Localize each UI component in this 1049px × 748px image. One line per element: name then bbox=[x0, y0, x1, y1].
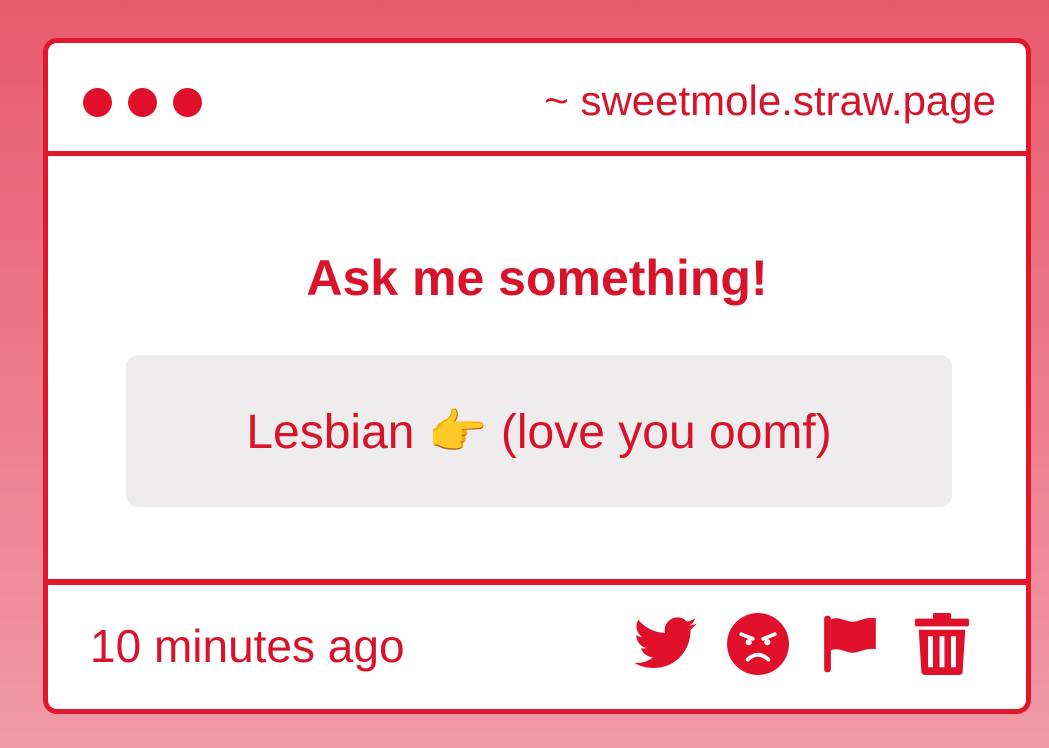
window-controls bbox=[83, 88, 202, 117]
twitter-icon bbox=[634, 617, 697, 668]
report-button[interactable] bbox=[818, 612, 882, 676]
trash-icon bbox=[914, 613, 970, 675]
window-dot-2[interactable] bbox=[128, 88, 157, 117]
title-bar: ~ sweetmole.straw.page bbox=[48, 43, 1026, 156]
page-url: ~ sweetmole.straw.page bbox=[544, 77, 996, 124]
twitter-share-button[interactable] bbox=[634, 612, 698, 676]
action-bar bbox=[634, 612, 974, 676]
window-dot-3[interactable] bbox=[173, 88, 202, 117]
angry-face-icon bbox=[727, 613, 789, 675]
footer: 10 minutes ago bbox=[48, 579, 1026, 709]
flag-icon bbox=[824, 615, 876, 673]
timestamp: 10 minutes ago bbox=[90, 620, 405, 672]
react-button[interactable] bbox=[726, 612, 790, 676]
delete-button[interactable] bbox=[910, 612, 974, 676]
card-body: Ask me something! Lesbian 👉 (love you oo… bbox=[48, 156, 1026, 579]
answer-box: Lesbian 👉 (love you oomf) bbox=[126, 355, 952, 507]
page-title: Ask me something! bbox=[306, 250, 768, 306]
window: ~ sweetmole.straw.page Ask me something!… bbox=[43, 38, 1031, 714]
answer-text: Lesbian 👉 (love you oomf) bbox=[246, 405, 832, 459]
window-dot-1[interactable] bbox=[83, 88, 112, 117]
